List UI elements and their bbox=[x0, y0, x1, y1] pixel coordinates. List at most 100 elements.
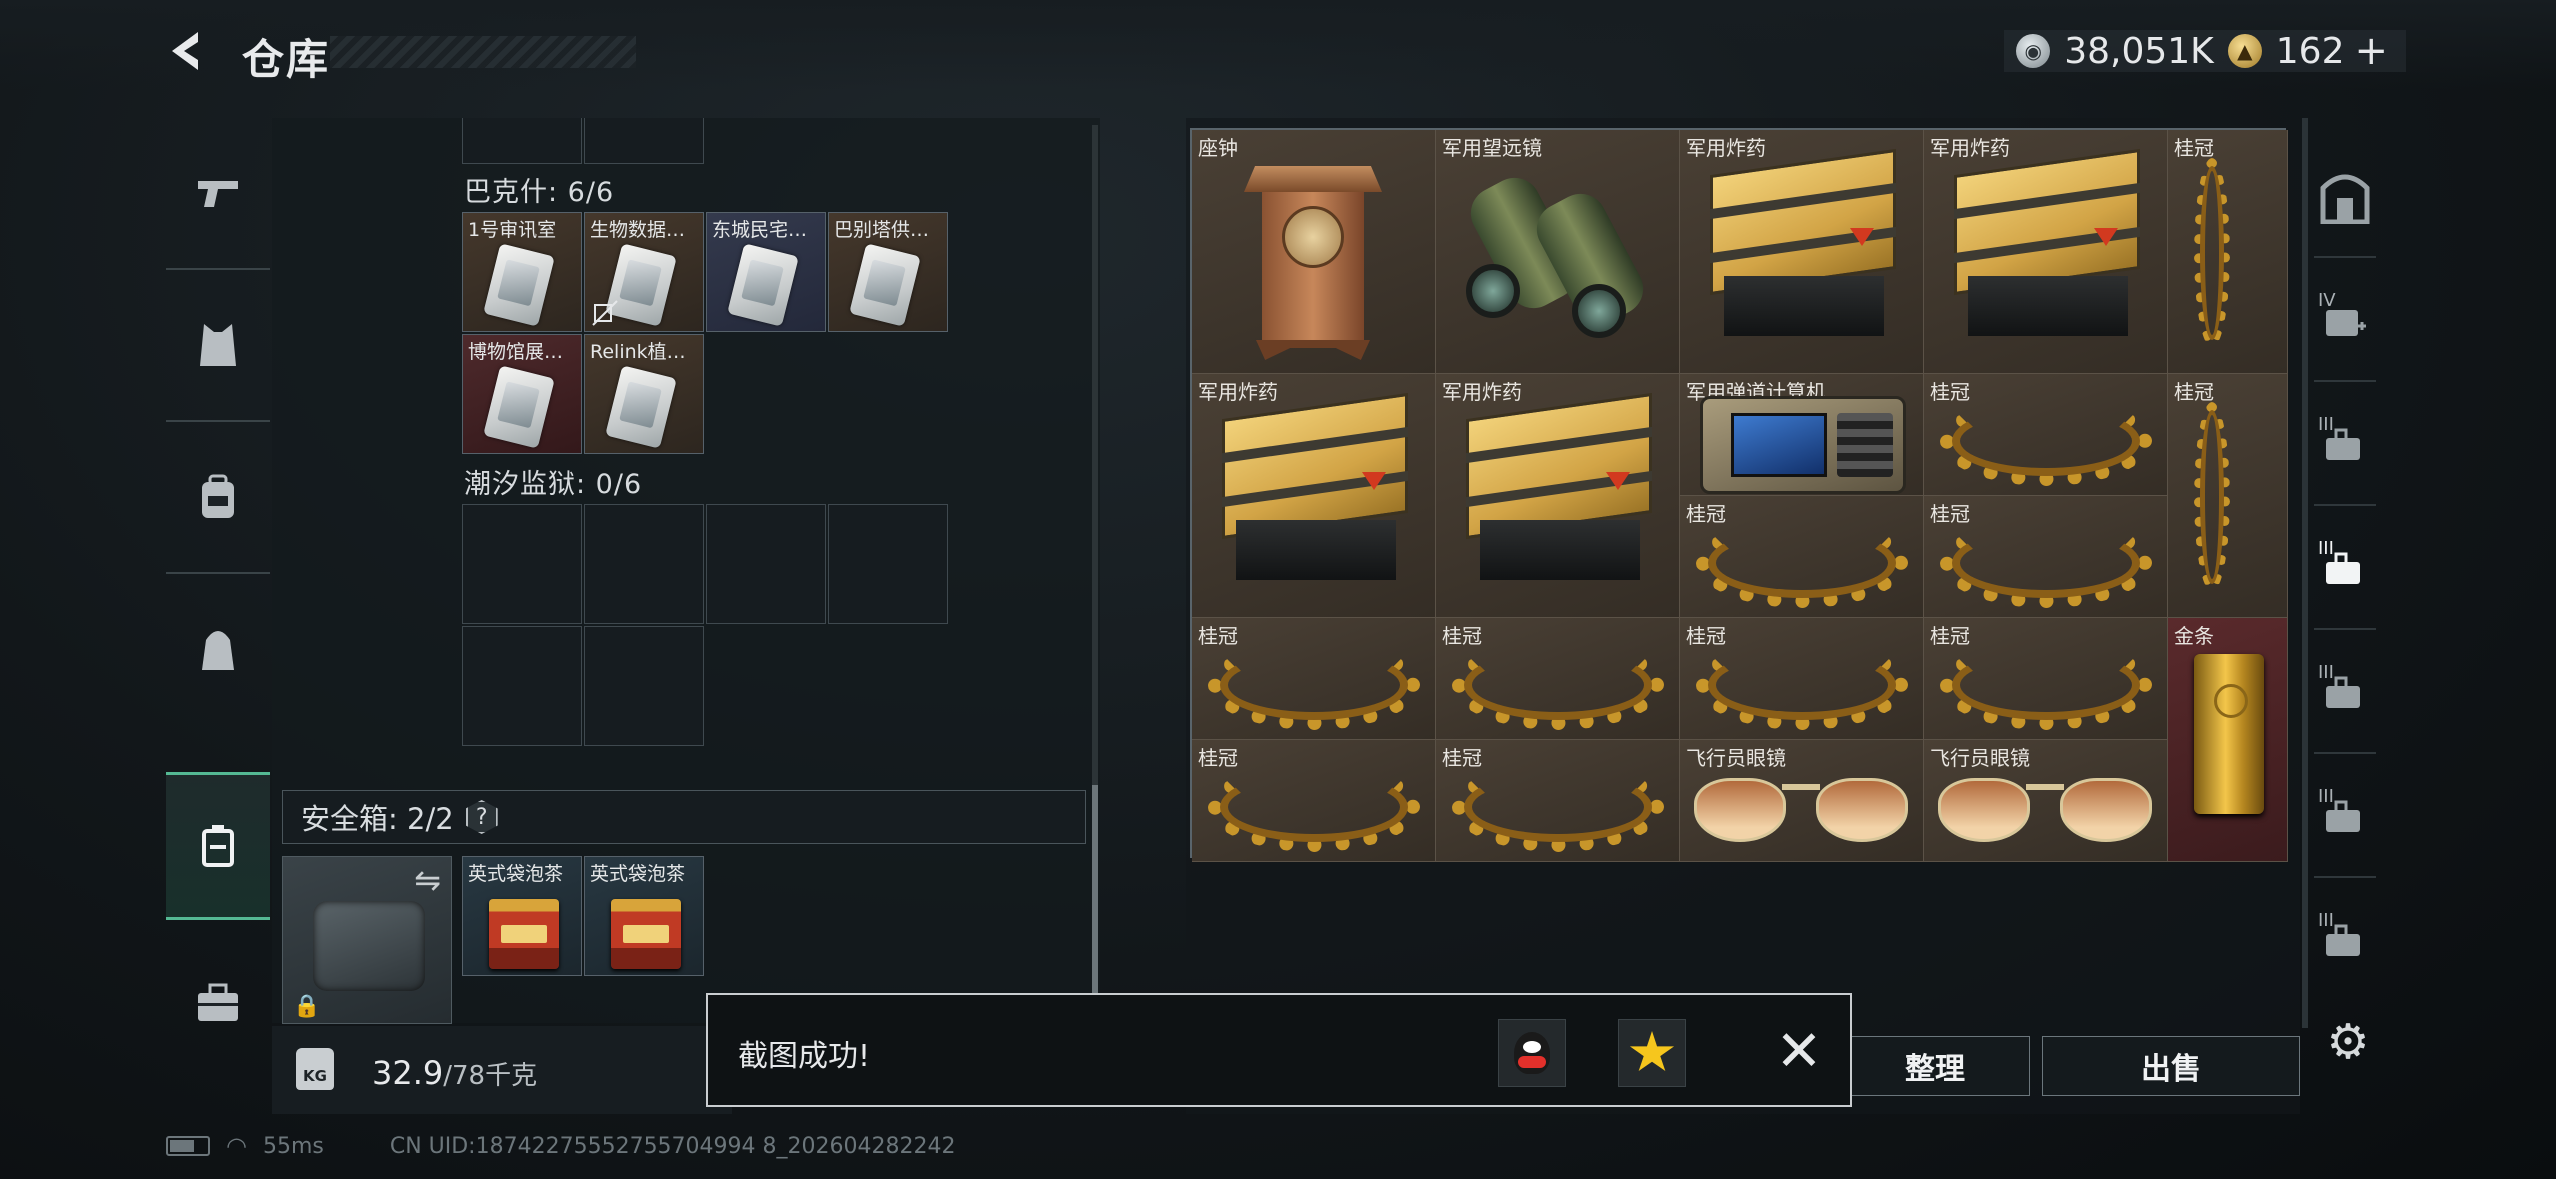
nav-storage-all[interactable] bbox=[2302, 138, 2388, 258]
swap-icon[interactable]: ⇋ bbox=[414, 861, 441, 899]
sell-button[interactable]: 出售 bbox=[2042, 1036, 2300, 1096]
inventory-slot[interactable] bbox=[462, 626, 582, 746]
storage-cell[interactable]: 桂冠 bbox=[1436, 740, 1680, 862]
laurel-icon bbox=[1940, 640, 2152, 730]
nav-divider bbox=[2314, 876, 2376, 878]
storage-cell[interactable]: 桂冠 bbox=[2168, 130, 2288, 374]
storage-cell[interactable]: 桂冠 bbox=[1924, 496, 2168, 618]
nav-toolbox[interactable] bbox=[166, 928, 270, 1078]
tea-tin-icon bbox=[489, 899, 559, 969]
storage-cell[interactable]: 桂冠 bbox=[1192, 740, 1436, 862]
safebox-header: 安全箱: 2/2 ? bbox=[282, 790, 1086, 844]
inventory-slot[interactable]: Relink植… bbox=[584, 334, 704, 454]
storage-cell[interactable]: 军用炸药 bbox=[1436, 374, 1680, 618]
storage-cell[interactable]: 桂冠 bbox=[1924, 374, 2168, 496]
storage-cell[interactable]: 金条 bbox=[2168, 618, 2288, 862]
share-qzone-button[interactable] bbox=[1618, 1019, 1686, 1087]
laurel-icon bbox=[1208, 640, 1420, 730]
slot-label: 巴别塔供… bbox=[834, 219, 930, 241]
user-uid: CN UID:18742275552755704994 8_2026042822… bbox=[389, 1133, 956, 1159]
tier-label: III bbox=[2318, 662, 2334, 683]
slot-label: Relink植… bbox=[590, 341, 686, 363]
laurel-icon bbox=[2194, 402, 2230, 592]
screenshot-toast: 截图成功! ✕ bbox=[706, 993, 1852, 1107]
back-arrow-icon[interactable] bbox=[162, 26, 212, 76]
storage-cell[interactable]: 桂冠 bbox=[1680, 618, 1924, 740]
storage-cell[interactable]: 飞行员眼镜 bbox=[1924, 740, 2168, 862]
nav-armor[interactable] bbox=[166, 270, 270, 420]
toast-message: 截图成功! bbox=[738, 1039, 871, 1074]
wifi-icon: ◠ bbox=[226, 1132, 247, 1160]
share-qq-button[interactable] bbox=[1498, 1019, 1566, 1087]
no-insure-icon bbox=[592, 300, 618, 326]
explosive-crate-icon bbox=[1212, 392, 1418, 596]
fortress-icon bbox=[2320, 174, 2370, 224]
inventory-slot[interactable] bbox=[828, 504, 948, 624]
storage-cell[interactable]: 座钟 bbox=[1192, 130, 1436, 374]
nav-divider bbox=[2314, 380, 2376, 382]
storage-cell[interactable]: 军用炸药 bbox=[1680, 130, 1924, 374]
storage-cell[interactable]: 桂冠 bbox=[1436, 618, 1680, 740]
storage-cell[interactable]: 军用炸药 bbox=[1924, 130, 2168, 374]
inventory-slot[interactable] bbox=[706, 504, 826, 624]
weight-max: /78千克 bbox=[443, 1061, 538, 1091]
sort-button[interactable]: 整理 bbox=[1840, 1036, 2030, 1096]
inventory-scrollbar[interactable] bbox=[1092, 125, 1098, 995]
inventory-slot[interactable]: 生物数据… bbox=[584, 212, 704, 332]
currency-bar[interactable]: ◉ 38,051K ▲ 162 + bbox=[2004, 28, 2406, 74]
item-label: 飞行员眼镜 bbox=[1930, 746, 2030, 770]
safebox-container[interactable]: ⇋ 🔒 bbox=[282, 856, 452, 1024]
inventory-slot[interactable] bbox=[584, 118, 704, 164]
inventory-slot[interactable] bbox=[584, 504, 704, 624]
inventory-slot[interactable] bbox=[462, 504, 582, 624]
nav-storage-tier-3c[interactable]: III bbox=[2302, 632, 2388, 752]
help-icon[interactable]: ? bbox=[465, 800, 498, 834]
nav-weapons[interactable] bbox=[166, 118, 270, 268]
gold-bar-icon bbox=[2194, 654, 2264, 814]
briefcase-icon bbox=[198, 983, 238, 1021]
nav-backpack[interactable] bbox=[166, 422, 270, 572]
explosive-crate-icon bbox=[1456, 392, 1662, 596]
item-label: 金条 bbox=[2174, 624, 2214, 648]
nav-storage-tier-4[interactable]: IV bbox=[2302, 260, 2388, 380]
inventory-slot[interactable] bbox=[584, 626, 704, 746]
nav-storage-tier-3b[interactable]: III bbox=[2302, 508, 2388, 628]
safebox-icon bbox=[202, 825, 234, 867]
item-label: 军用望远镜 bbox=[1442, 136, 1542, 160]
keycard-icon bbox=[483, 243, 555, 327]
item-label: 桂冠 bbox=[2174, 136, 2214, 160]
inventory-slot[interactable]: 东城民宅… bbox=[706, 212, 826, 332]
weight-current: 32.9 bbox=[372, 1054, 444, 1092]
inventory-slot[interactable] bbox=[462, 118, 582, 164]
nav-storage-tier-3a[interactable]: III bbox=[2302, 384, 2388, 504]
slot-label: 博物馆展… bbox=[468, 341, 564, 363]
storage-cell[interactable]: 桂冠 bbox=[1192, 618, 1436, 740]
gear-icon[interactable]: ⚙ bbox=[2320, 1014, 2376, 1070]
safebox-slot[interactable]: 英式袋泡茶 bbox=[462, 856, 582, 976]
inventory-slot[interactable]: 博物馆展… bbox=[462, 334, 582, 454]
add-currency-button[interactable]: + bbox=[2354, 28, 2388, 74]
nav-bag[interactable] bbox=[166, 574, 270, 724]
lock-icon: 🔒 bbox=[293, 994, 321, 1019]
close-icon[interactable]: ✕ bbox=[1768, 1021, 1830, 1083]
inventory-slot[interactable]: 1号审讯室 bbox=[462, 212, 582, 332]
keycard-icon bbox=[727, 243, 799, 327]
safebox-slot[interactable]: 英式袋泡茶 bbox=[584, 856, 704, 976]
storage-cell[interactable]: 桂冠 bbox=[1680, 496, 1924, 618]
storage-cell[interactable]: 军用弹道计算机 bbox=[1680, 374, 1924, 496]
item-label: 飞行员眼镜 bbox=[1686, 746, 1786, 770]
nav-storage-tier-3d[interactable]: III bbox=[2302, 756, 2388, 876]
nav-storage-tier-3e[interactable]: III bbox=[2302, 880, 2388, 1000]
clock-icon bbox=[1244, 166, 1382, 360]
storage-cell[interactable]: 军用望远镜 bbox=[1436, 130, 1680, 374]
left-category-nav bbox=[166, 118, 270, 1021]
tier-label: IV bbox=[2318, 290, 2336, 311]
inventory-slot[interactable]: 巴别塔供… bbox=[828, 212, 948, 332]
storage-cell[interactable]: 桂冠 bbox=[1924, 618, 2168, 740]
storage-cell[interactable]: 军用炸药 bbox=[1192, 374, 1436, 618]
storage-cell[interactable]: 飞行员眼镜 bbox=[1680, 740, 1924, 862]
nav-safebox[interactable] bbox=[166, 772, 270, 920]
storage-cell[interactable]: 桂冠 bbox=[2168, 374, 2288, 618]
aviator-glasses-icon bbox=[1694, 770, 1910, 850]
scrollbar-thumb[interactable] bbox=[1092, 785, 1098, 995]
